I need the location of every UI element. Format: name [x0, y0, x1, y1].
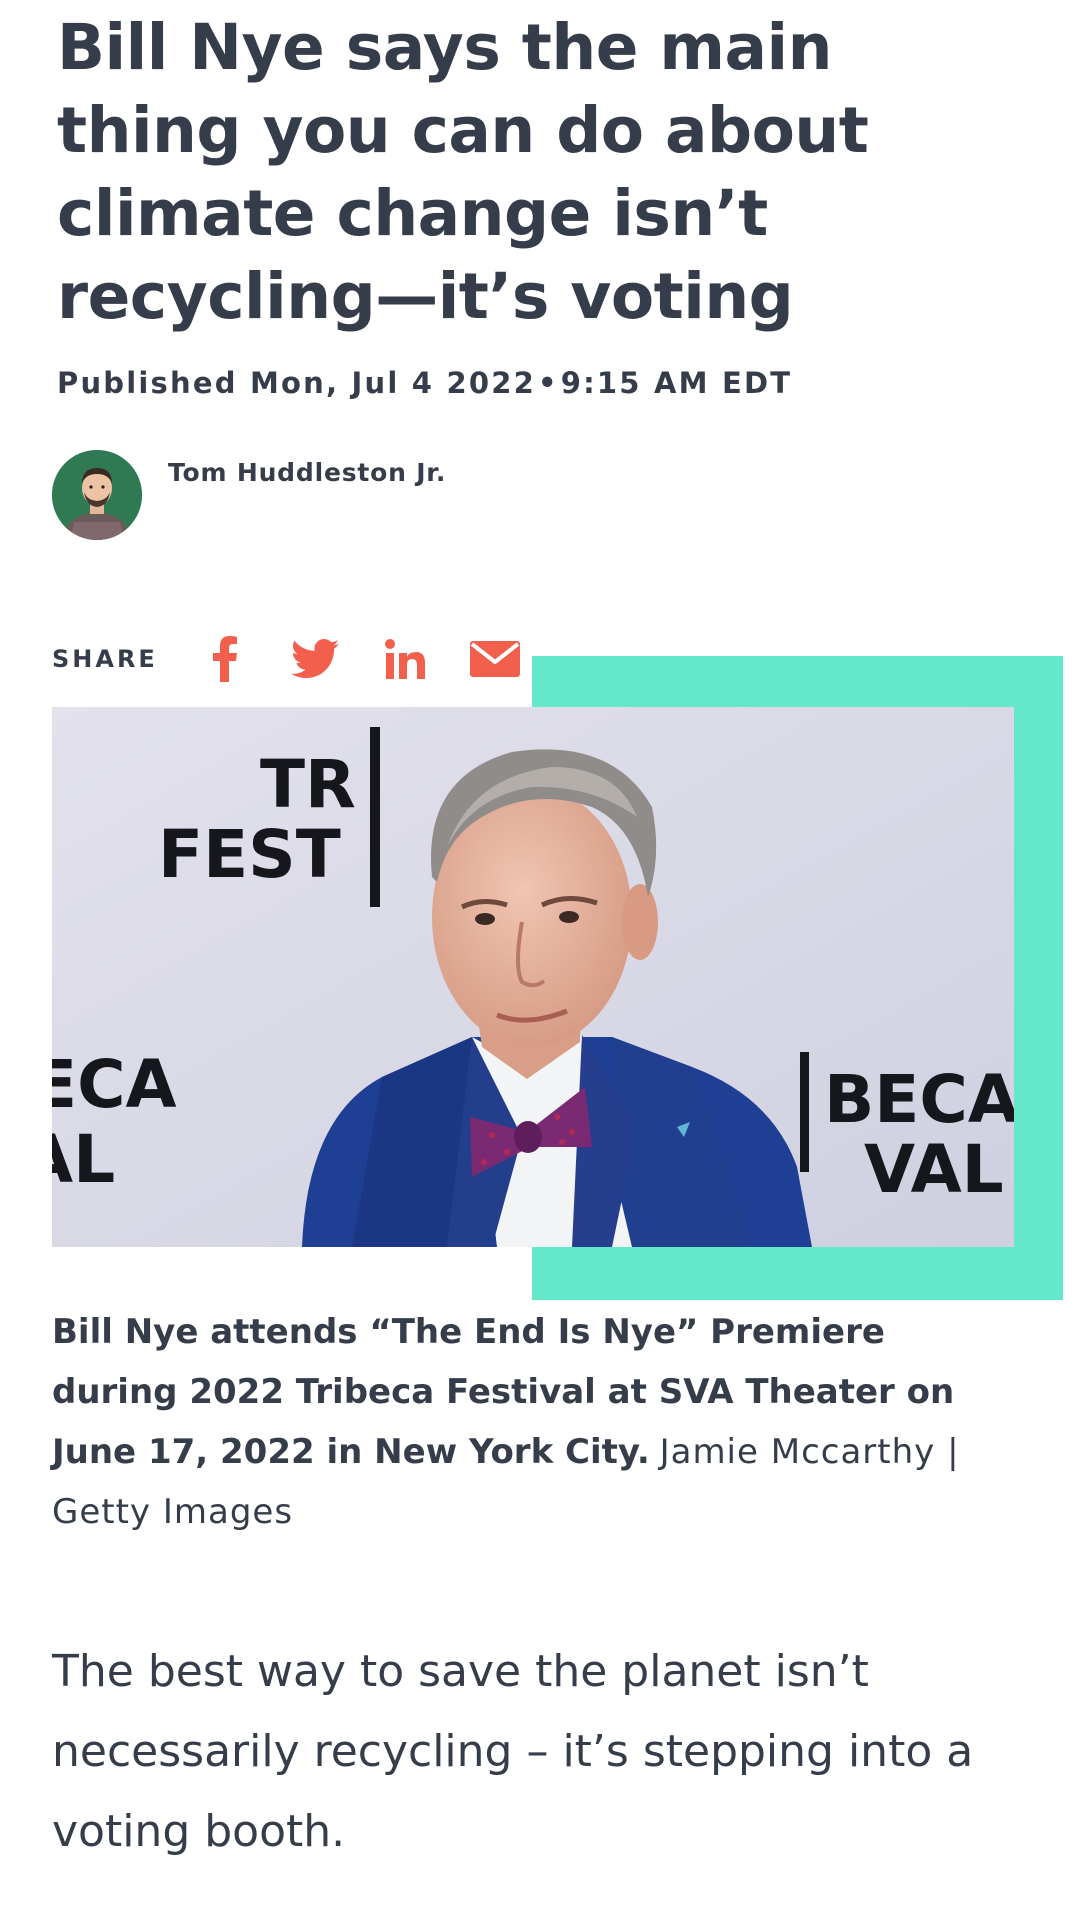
share-bar: SHARE	[52, 634, 558, 684]
article-headline: Bill Nye says the main thing you can do …	[57, 11, 869, 333]
article-hero-photo: TR FEST ECA AL BECA VAL	[52, 707, 1014, 1247]
email-icon[interactable]	[468, 634, 522, 684]
published-date: Mon, Jul 4 2022	[249, 366, 536, 400]
backdrop-text: FEST	[158, 816, 341, 893]
share-label: SHARE	[52, 645, 158, 673]
author-name-link[interactable]: Tom Huddleston Jr.	[168, 458, 446, 487]
facebook-icon[interactable]	[198, 634, 252, 684]
published-timestamp: Published Mon, Jul 4 2022 • 9:15 AM EDT	[57, 366, 792, 400]
article-body-paragraph: The best way to save the planet isn’t ne…	[52, 1646, 974, 1857]
twitter-icon[interactable]	[288, 634, 342, 684]
author-avatar[interactable]	[52, 450, 142, 540]
photo-caption: Bill Nye attends “The End Is Nye” Premie…	[52, 1302, 1002, 1542]
backdrop-text: ECA	[52, 1046, 177, 1123]
backdrop-text: VAL	[864, 1131, 1004, 1208]
backdrop-text: AL	[52, 1121, 115, 1198]
published-time: 9:15 AM EDT	[560, 366, 793, 400]
backdrop-text: BECA	[824, 1061, 1014, 1138]
backdrop-text: TR	[260, 746, 356, 823]
timestamp-separator: •	[537, 366, 559, 400]
published-label: Published	[57, 366, 238, 400]
linkedin-icon[interactable]	[378, 634, 432, 684]
